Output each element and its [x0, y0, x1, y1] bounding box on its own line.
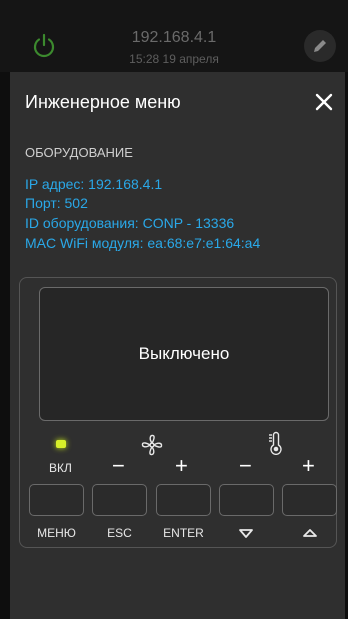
display-status: Выключено: [138, 344, 230, 363]
enter-button-label: ENTER: [163, 526, 204, 540]
fan-minus-label: −: [112, 453, 125, 478]
esc-button[interactable]: [92, 484, 147, 516]
controller-display: Выключено: [39, 287, 329, 421]
controller-panel: Выключено ВКЛ − + − + МЕНЮ ESC ENTER: [19, 277, 337, 548]
down-button[interactable]: [219, 484, 274, 516]
info-ip: IP адрес: 192.168.4.1: [25, 176, 163, 192]
top-bar: 192.168.4.1 15:28 19 апреля: [0, 0, 348, 72]
close-icon[interactable]: [314, 92, 334, 112]
section-title-equipment: ОБОРУДОВАНИЕ: [25, 145, 133, 160]
fan-plus-label: +: [175, 453, 188, 478]
esc-button-label: ESC: [107, 526, 132, 540]
on-label: ВКЛ: [49, 461, 72, 475]
thermometer-icon: [269, 431, 282, 455]
device-ip: 192.168.4.1: [131, 29, 217, 46]
up-button[interactable]: [282, 484, 337, 516]
temp-plus-label: +: [302, 453, 315, 478]
arrow-down-icon: [239, 529, 253, 538]
time-date: 15:28 19 апреля: [129, 52, 219, 66]
engineering-menu-dialog: Инженерное меню ОБОРУДОВАНИЕ IP адрес: 1…: [10, 72, 345, 619]
pencil-icon: [314, 40, 326, 52]
power-led: [56, 440, 66, 448]
arrow-up-icon: [303, 529, 317, 537]
info-equipment-id: ID оборудования: CONP - 13336: [25, 215, 235, 231]
menu-button[interactable]: [29, 484, 84, 516]
edit-button[interactable]: [304, 30, 336, 62]
temp-minus-label: −: [239, 453, 252, 478]
menu-button-label: МЕНЮ: [37, 526, 76, 540]
dialog-title: Инженерное меню: [25, 92, 181, 112]
fan-icon: [141, 434, 163, 456]
info-port: Порт: 502: [25, 195, 88, 211]
enter-button[interactable]: [156, 484, 211, 516]
info-mac: MAC WiFi модуля: ea:68:e7:e1:64:a4: [25, 235, 261, 251]
